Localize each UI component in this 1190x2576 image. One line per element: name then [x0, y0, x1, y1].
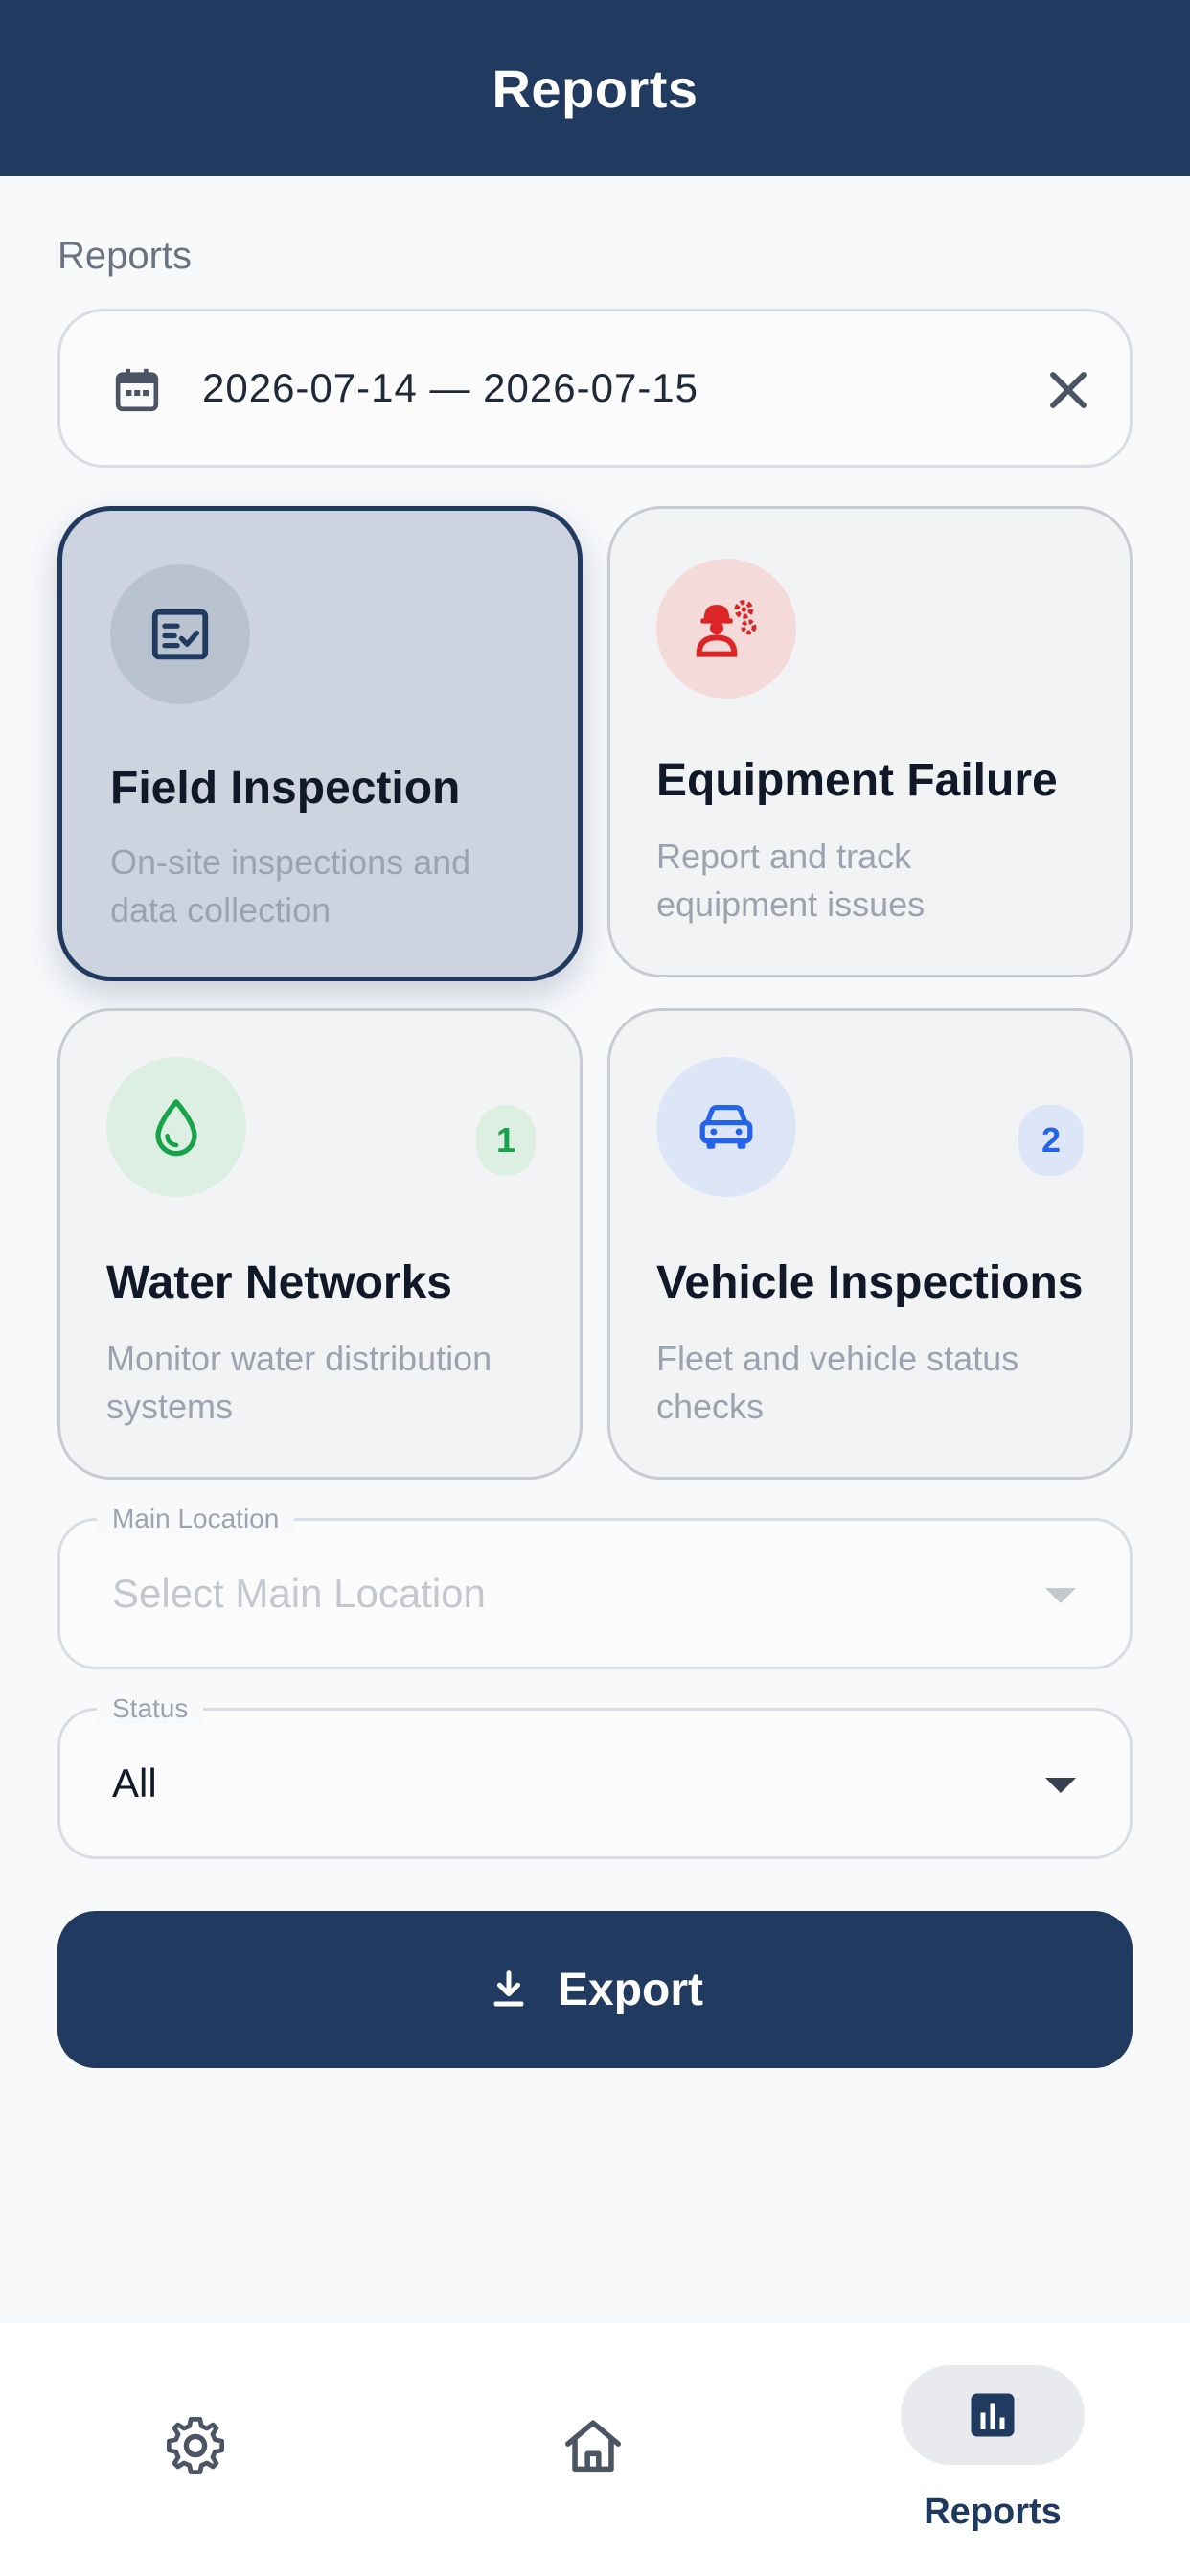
water-drop-icon-circle: [106, 1057, 246, 1197]
card-title: Water Networks: [106, 1257, 452, 1308]
card-description: On-site inspections and data collection: [110, 842, 471, 930]
card-field-inspection[interactable]: Field Inspection On-site inspections and…: [57, 506, 583, 981]
calendar-icon: [115, 368, 159, 412]
app-header: Reports: [0, 0, 1190, 176]
reports-screen: Reports Reports 2026-07-14 — 2026-07-15 …: [0, 0, 1190, 2576]
card-vehicle-inspections[interactable]: 2 Vehicle Inspections Fleet and vehicle …: [607, 1008, 1133, 1480]
close-icon[interactable]: [1038, 359, 1099, 421]
home-icon: [564, 2420, 622, 2472]
date-range-field[interactable]: 2026-07-14 — 2026-07-15: [57, 309, 1133, 468]
main-location-placeholder: Select Main Location: [112, 1571, 486, 1616]
export-button[interactable]: Export: [57, 1911, 1133, 2068]
status-value: All: [112, 1760, 157, 1806]
worker-gears-icon: [696, 600, 757, 657]
chevron-down-icon: [1045, 1778, 1076, 1793]
nav-home[interactable]: [560, 2413, 636, 2490]
count-badge: 1: [476, 1105, 536, 1176]
checklist-icon: [151, 609, 209, 660]
page-title: Reports: [492, 58, 698, 119]
chevron-down-icon: [1045, 1588, 1076, 1603]
bar-chart-icon: [971, 2393, 1015, 2437]
gear-icon: [167, 2417, 224, 2474]
card-water-networks[interactable]: 1 Water Networks Monitor water distribut…: [57, 1008, 583, 1480]
count-badge: 2: [1018, 1105, 1084, 1176]
bottom-navigation: Reports: [0, 2323, 1190, 2576]
nav-settings[interactable]: [161, 2411, 238, 2488]
checklist-icon-circle: [110, 564, 250, 704]
card-description: Report and track equipment issues: [656, 837, 926, 924]
nav-reports[interactable]: [901, 2365, 1085, 2465]
card-description: Monitor water distribution systems: [106, 1339, 492, 1426]
date-range-value: 2026-07-14 — 2026-07-15: [202, 365, 699, 410]
export-label: Export: [557, 1964, 703, 2015]
car-icon-circle: [656, 1057, 796, 1197]
section-label: Reports: [57, 235, 193, 277]
nav-reports-label: Reports: [924, 2492, 1062, 2532]
card-title: Vehicle Inspections: [656, 1257, 1084, 1308]
worker-gears-icon-circle: [656, 559, 796, 699]
main-location-select[interactable]: Main Location Select Main Location: [57, 1504, 1133, 1669]
card-title: Equipment Failure: [656, 755, 1058, 806]
water-drop-icon: [155, 1099, 197, 1157]
status-select[interactable]: Status All: [57, 1693, 1133, 1859]
car-icon: [699, 1104, 753, 1149]
card-equipment-failure[interactable]: Equipment Failure Report and track equip…: [607, 506, 1133, 978]
download-icon: [493, 1970, 524, 2007]
card-description: Fleet and vehicle status checks: [656, 1339, 1019, 1426]
card-title: Field Inspection: [110, 763, 461, 814]
